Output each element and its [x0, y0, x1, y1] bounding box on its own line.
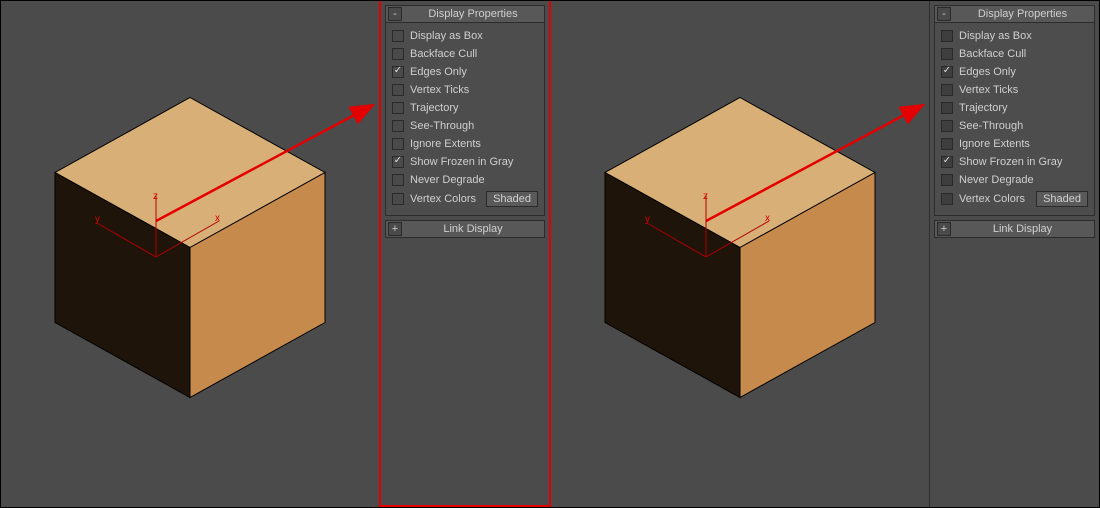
checkbox-row: Vertex Ticks — [941, 81, 1088, 99]
checkbox-label: Ignore Extents — [959, 138, 1030, 150]
header-title: Link Display — [951, 223, 1094, 235]
display-properties-header[interactable]: - Display Properties — [934, 5, 1095, 23]
right-callout-arrow — [551, 1, 931, 507]
axis-x-label: x — [765, 213, 770, 224]
left-half: z x y - Display Properties Display as Bo… — [1, 1, 551, 507]
axis-x-label: x — [215, 213, 220, 224]
checkbox-row: Trajectory — [941, 99, 1088, 117]
checkbox[interactable] — [392, 138, 404, 150]
checkbox[interactable] — [941, 84, 953, 96]
checkbox-row: Backface Cull — [941, 45, 1088, 63]
expand-toggle[interactable]: + — [388, 222, 402, 236]
comparison-stage: z x y - Display Properties Display as Bo… — [0, 0, 1100, 508]
checkbox-label: Show Frozen in Gray — [410, 156, 513, 168]
checkbox-label: See-Through — [410, 120, 474, 132]
checkbox-row: Display as Box — [941, 27, 1088, 45]
checkbox[interactable] — [392, 193, 404, 205]
checkbox[interactable] — [392, 120, 404, 132]
checkbox[interactable]: ✓ — [392, 66, 404, 78]
display-properties-body: Display as Box Backface Cull ✓ Edges Only Ve… — [385, 23, 545, 216]
checkbox-label: Display as Box — [959, 30, 1032, 42]
left-panel: - Display Properties Display as Box Backf… — [379, 1, 549, 507]
right-panel: - Display Properties Display as Box Backf… — [929, 1, 1099, 507]
checkbox-row: Never Degrade — [941, 171, 1088, 189]
checkbox[interactable] — [392, 174, 404, 186]
checkbox-row: ✓ Edges Only — [941, 63, 1088, 81]
checkbox-label: Never Degrade — [959, 174, 1034, 186]
checkbox-label: Vertex Colors — [410, 193, 476, 205]
checkbox[interactable] — [392, 30, 404, 42]
checkbox[interactable] — [941, 193, 953, 205]
shaded-button[interactable]: Shaded — [1036, 191, 1088, 207]
checkbox-label: Edges Only — [410, 66, 467, 78]
left-callout-arrow — [1, 1, 381, 507]
checkbox-label: Trajectory — [959, 102, 1008, 114]
checkbox[interactable] — [941, 174, 953, 186]
checkbox-row: ✓ Edges Only — [392, 63, 538, 81]
checkbox[interactable] — [392, 102, 404, 114]
checkbox[interactable] — [941, 120, 953, 132]
checkbox[interactable] — [941, 48, 953, 60]
expand-toggle[interactable]: + — [937, 222, 951, 236]
check-icon: ✓ — [943, 66, 951, 76]
checkbox-row: Backface Cull — [392, 45, 538, 63]
checkbox-row: Never Degrade — [392, 171, 538, 189]
checkbox-label: Display as Box — [410, 30, 483, 42]
checkbox[interactable]: ✓ — [392, 156, 404, 168]
check-icon: ✓ — [394, 156, 402, 166]
checkbox-label: Vertex Ticks — [410, 84, 469, 96]
minus-icon: - — [393, 9, 397, 20]
checkbox[interactable] — [941, 138, 953, 150]
checkbox-label: Trajectory — [410, 102, 459, 114]
left-viewport[interactable]: z x y — [1, 1, 379, 507]
axis-z-label: z — [153, 191, 158, 202]
display-properties-body: Display as Box Backface Cull ✓ Edges Only Ve… — [934, 23, 1095, 216]
checkbox[interactable] — [392, 84, 404, 96]
checkbox-label: Never Degrade — [410, 174, 485, 186]
checkbox-row: Vertex Ticks — [392, 81, 538, 99]
right-viewport[interactable]: z x y — [551, 1, 929, 507]
checkbox-row: Trajectory — [392, 99, 538, 117]
checkbox-row: ✓ Show Frozen in Gray — [941, 153, 1088, 171]
collapse-toggle[interactable]: - — [388, 7, 402, 21]
header-title: Link Display — [402, 223, 544, 235]
checkbox-label: Ignore Extents — [410, 138, 481, 150]
link-display-header[interactable]: + Link Display — [385, 220, 545, 238]
plus-icon: + — [392, 224, 398, 235]
checkbox-label: Show Frozen in Gray — [959, 156, 1062, 168]
checkbox-row: Display as Box — [392, 27, 538, 45]
header-title: Display Properties — [402, 8, 544, 20]
checkbox-label: Vertex Ticks — [959, 84, 1018, 96]
check-icon: ✓ — [394, 66, 402, 76]
checkbox[interactable] — [941, 102, 953, 114]
display-properties-header[interactable]: - Display Properties — [385, 5, 545, 23]
checkbox[interactable] — [941, 30, 953, 42]
checkbox-row: ✓ Show Frozen in Gray — [392, 153, 538, 171]
axis-z-label: z — [703, 191, 708, 202]
checkbox[interactable]: ✓ — [941, 66, 953, 78]
collapse-toggle[interactable]: - — [937, 7, 951, 21]
checkbox-label: Edges Only — [959, 66, 1016, 78]
link-display-header[interactable]: + Link Display — [934, 220, 1095, 238]
checkbox-label: Backface Cull — [959, 48, 1026, 60]
checkbox[interactable]: ✓ — [941, 156, 953, 168]
checkbox-row: See-Through — [392, 117, 538, 135]
plus-icon: + — [941, 224, 947, 235]
check-icon: ✓ — [943, 156, 951, 166]
minus-icon: - — [942, 9, 946, 20]
checkbox-label: See-Through — [959, 120, 1023, 132]
checkbox-row: See-Through — [941, 117, 1088, 135]
checkbox-row: Ignore Extents — [392, 135, 538, 153]
axis-y-label: y — [645, 214, 650, 225]
shaded-button[interactable]: Shaded — [486, 191, 538, 207]
checkbox-row: Ignore Extents — [941, 135, 1088, 153]
checkbox[interactable] — [392, 48, 404, 60]
axis-y-label: y — [95, 214, 100, 225]
checkbox-label: Vertex Colors — [959, 193, 1025, 205]
checkbox-row: Vertex Colors Shaded — [392, 189, 538, 209]
checkbox-label: Backface Cull — [410, 48, 477, 60]
checkbox-row: Vertex Colors Shaded — [941, 189, 1088, 209]
right-half: z x y - Display Properties Display as Bo… — [551, 1, 1099, 507]
header-title: Display Properties — [951, 8, 1094, 20]
